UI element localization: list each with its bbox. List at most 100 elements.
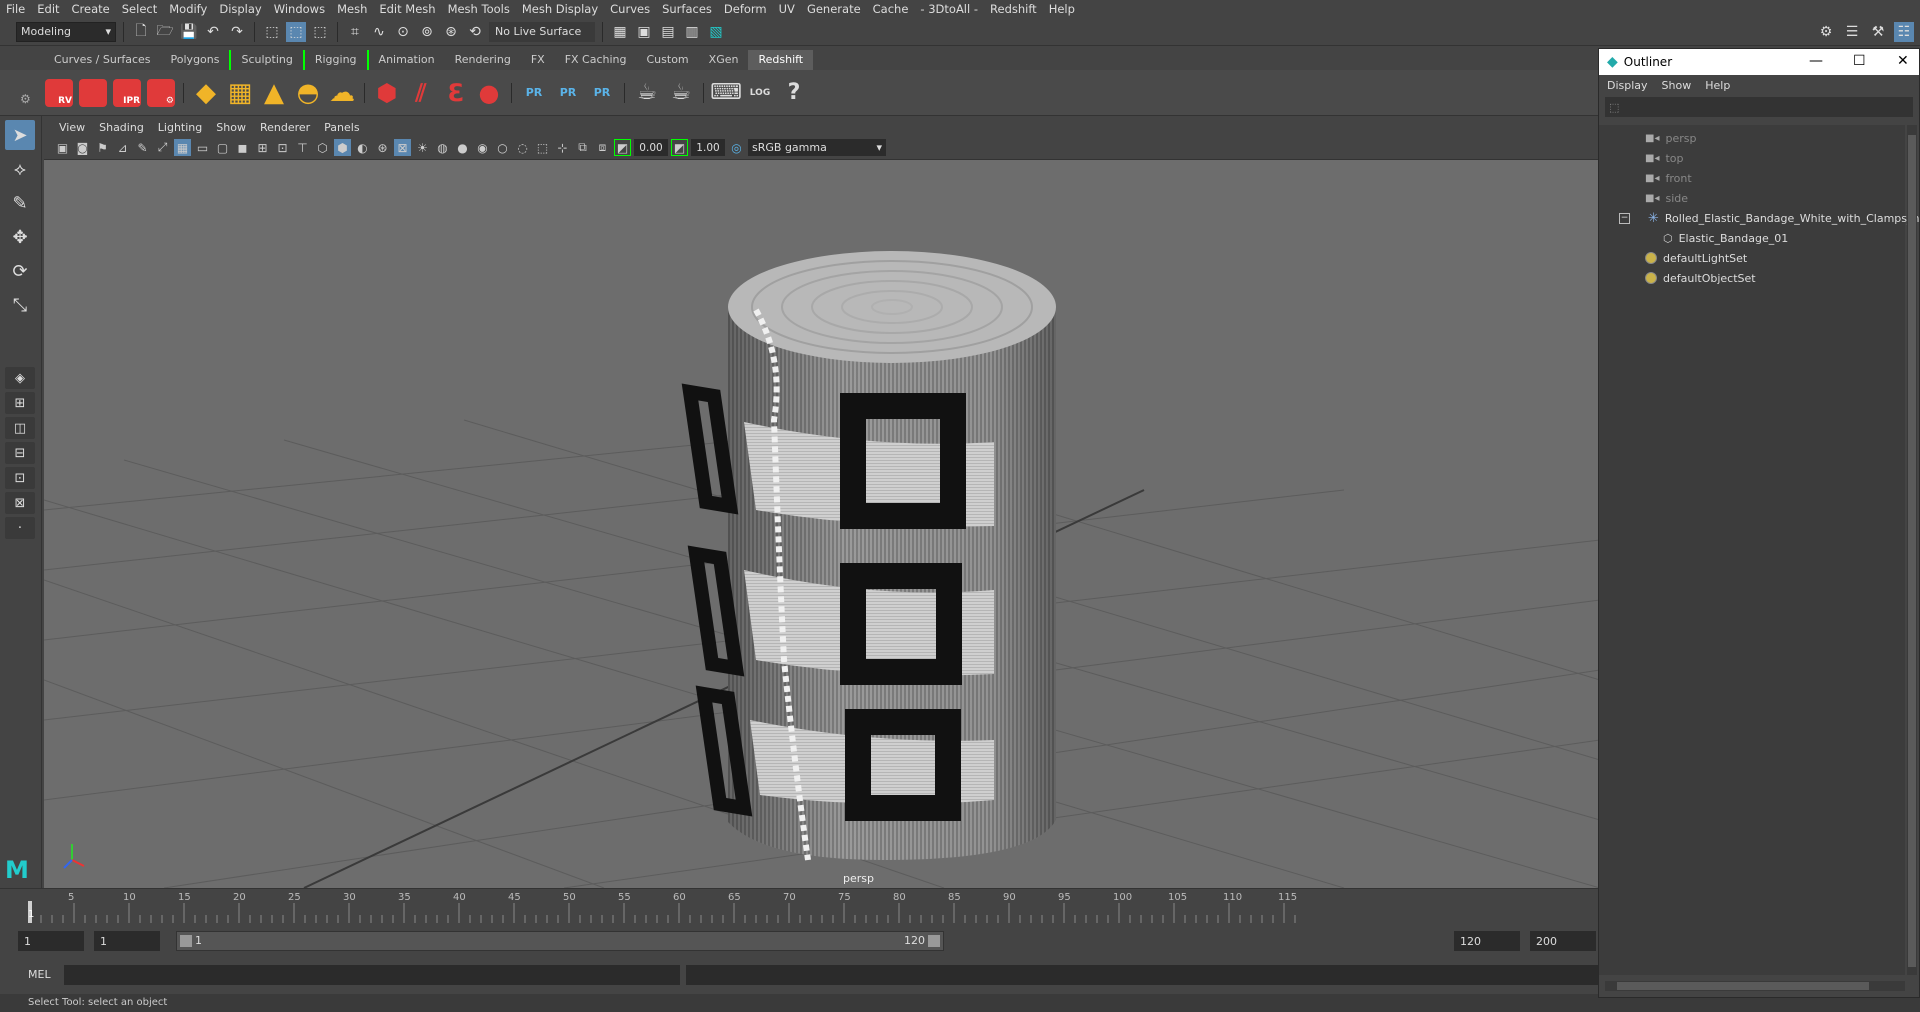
exposure-field[interactable]: 0.00	[634, 139, 668, 156]
select-tool-icon[interactable]: ➤	[5, 120, 35, 150]
snap-grid-icon[interactable]: ⌗	[345, 22, 365, 42]
tab-fx-caching[interactable]: FX Caching	[555, 50, 637, 70]
tool-settings-icon[interactable]: ⚒	[1868, 22, 1888, 42]
curve-object-icon[interactable]: ℇ	[440, 76, 470, 110]
side-by-side-layout-icon[interactable]: ◫	[5, 417, 35, 439]
four-view-layout-icon[interactable]: ⊞	[5, 392, 35, 414]
persp-outliner-layout-icon[interactable]: ⊡	[5, 467, 35, 489]
viewport-menu-lighting[interactable]: Lighting	[151, 121, 209, 134]
menu-edit[interactable]: Edit	[31, 0, 65, 18]
outliner-horizontal-scrollbar[interactable]	[1605, 981, 1905, 991]
outliner-layout-icon[interactable]: ⊠	[5, 492, 35, 514]
hair-icon[interactable]: ⫽	[406, 76, 436, 110]
menu-help[interactable]: Help	[1043, 0, 1081, 18]
menu-display[interactable]: Display	[213, 0, 267, 18]
render-frame-icon[interactable]: ▣	[634, 22, 654, 42]
open-scene-icon[interactable]: 🗁	[155, 22, 175, 42]
outliner-item[interactable]: defaultLightSet	[1645, 249, 1747, 267]
viewport-menu-show[interactable]: Show	[209, 121, 253, 134]
proxy-icon[interactable]: ⬢	[372, 76, 402, 110]
resolution-gate-icon[interactable]: ▢	[214, 139, 231, 156]
view-transform-select[interactable]: sRGB gamma ▾	[748, 139, 886, 156]
tab-sculpting[interactable]: Sculpting	[229, 50, 305, 70]
menu-windows[interactable]: Windows	[268, 0, 331, 18]
outliner-vertical-scrollbar[interactable]	[1907, 125, 1917, 975]
portal-light-icon[interactable]: ▦	[225, 76, 255, 110]
use-all-lights-icon[interactable]: ☀	[414, 139, 431, 156]
outliner-item[interactable]: ■◂ side	[1645, 189, 1688, 207]
menu-curves[interactable]: Curves	[604, 0, 656, 18]
snap-surface-icon[interactable]: ⊛	[441, 22, 461, 42]
snap-point-icon[interactable]: ⊙	[393, 22, 413, 42]
outliner-menu-display[interactable]: Display	[1607, 79, 1648, 92]
outliner-item[interactable]: − ✳ Rolled_Elastic_Bandage_White_with_Cl…	[1619, 209, 1920, 227]
range-slider[interactable]: 1 120	[176, 931, 944, 951]
snap-live-icon[interactable]: ⟲	[465, 22, 485, 42]
viewport-menu-renderer[interactable]: Renderer	[253, 121, 317, 134]
animation-start-field[interactable]: 1	[18, 931, 84, 951]
pr-import-button[interactable]: PR	[553, 76, 583, 110]
scrollbar-thumb[interactable]	[1908, 135, 1916, 967]
outliner-item[interactable]: ■◂ front	[1645, 169, 1692, 187]
live-surface-field[interactable]: No Live Surface	[489, 21, 595, 42]
scrollbar-thumb[interactable]	[1617, 982, 1869, 990]
safe-title-icon[interactable]: ⊤	[294, 139, 311, 156]
pr-export-button[interactable]: PR	[519, 76, 549, 110]
time-slider[interactable]: 5 10 15 20 25 30 35 40 45 50 55 60 65 70 75 80 85 90 95 100…	[0, 888, 1600, 924]
attribute-editor-icon[interactable]: ☰	[1842, 22, 1862, 42]
film-gate-icon[interactable]: ▭	[194, 139, 211, 156]
tab-animation[interactable]: Animation	[369, 50, 445, 70]
channel-box-icon[interactable]: ☷	[1894, 22, 1914, 42]
menu-generate[interactable]: Generate	[801, 0, 867, 18]
screen-space-ao-icon[interactable]: ●	[454, 139, 471, 156]
playback-start-field[interactable]: 1	[94, 931, 160, 951]
snap-curve-icon[interactable]: ∿	[369, 22, 389, 42]
grid-toggle-icon[interactable]: ▦	[174, 139, 191, 156]
animation-end-field[interactable]: 200	[1530, 931, 1596, 951]
tab-fx[interactable]: FX	[521, 50, 555, 70]
xray-icon[interactable]: ⊠	[394, 139, 411, 156]
outliner-menu-help[interactable]: Help	[1705, 79, 1730, 92]
menu-mesh-display[interactable]: Mesh Display	[516, 0, 604, 18]
outliner-item[interactable]: ■◂ top	[1645, 149, 1684, 167]
outliner-item[interactable]: ⬡ Elastic_Bandage_01	[1663, 229, 1788, 247]
scale-tool-icon[interactable]: ⤡	[5, 290, 35, 320]
range-start-handle[interactable]	[180, 935, 192, 947]
menu-redshift[interactable]: Redshift	[984, 0, 1043, 18]
redshift-settings-button[interactable]: ⚙	[146, 76, 176, 110]
maximize-icon[interactable]: ☐	[1853, 53, 1866, 69]
save-scene-icon[interactable]: 💾	[179, 22, 199, 42]
tab-custom[interactable]: Custom	[637, 50, 699, 70]
motion-blur-icon[interactable]: ◉	[474, 139, 491, 156]
collapse-toggle-icon[interactable]: −	[1619, 212, 1630, 224]
hypershade-icon[interactable]: ▧	[706, 22, 726, 42]
tab-redshift[interactable]: Redshift	[748, 50, 814, 70]
menu-select[interactable]: Select	[116, 0, 163, 18]
xray-active-icon[interactable]: ⧉	[574, 139, 591, 156]
range-end-handle[interactable]	[928, 935, 940, 947]
ies-light-icon[interactable]: ▲	[259, 76, 289, 110]
2d-pan-zoom-icon[interactable]: ⤢	[154, 139, 171, 156]
tab-curves-surfaces[interactable]: Curves / Surfaces	[44, 50, 161, 70]
menu-mesh-tools[interactable]: Mesh Tools	[442, 0, 516, 18]
xray-joints-icon[interactable]: ⊹	[554, 139, 571, 156]
pr-swap-button[interactable]: PR	[587, 76, 617, 110]
menu-create[interactable]: Create	[66, 0, 116, 18]
shadows-icon[interactable]: ◍	[434, 139, 451, 156]
backface-icon[interactable]: ⧈	[594, 139, 611, 156]
default-material-icon[interactable]: ◐	[354, 139, 371, 156]
outliner-menu-show[interactable]: Show	[1662, 79, 1692, 92]
viewport-menu-panels[interactable]: Panels	[317, 121, 366, 134]
gate-mask-icon[interactable]: ◼	[234, 139, 251, 156]
perspective-viewport[interactable]: View Shading Lighting Show Renderer Pane…	[44, 118, 1600, 888]
exposure-icon[interactable]: ◩	[614, 139, 631, 156]
script-language-button[interactable]: MEL	[28, 968, 51, 981]
gamma-field[interactable]: 1.00	[691, 139, 725, 156]
menu-set-selector[interactable]: Modeling ▾	[16, 21, 116, 42]
menu-modify[interactable]: Modify	[163, 0, 213, 18]
menu-edit-mesh[interactable]: Edit Mesh	[373, 0, 441, 18]
outliner-search-input[interactable]: ⬚	[1605, 97, 1913, 117]
more-layouts-icon[interactable]: ·	[5, 517, 35, 539]
area-light-icon[interactable]: ◆	[191, 76, 221, 110]
select-hierarchy-icon[interactable]: ⬚	[262, 22, 282, 42]
